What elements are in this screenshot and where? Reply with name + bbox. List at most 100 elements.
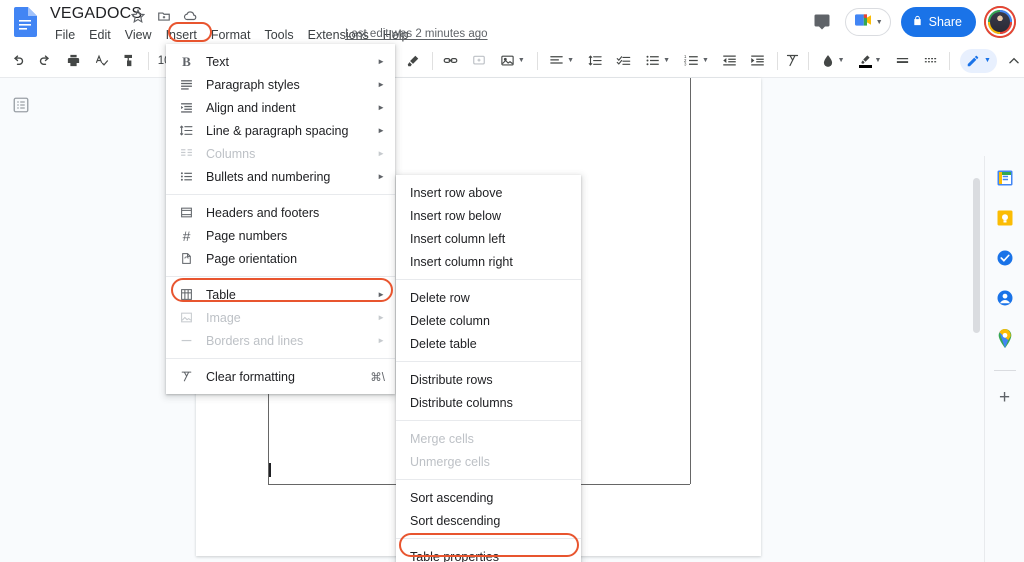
side-panel: + ❯ <box>984 156 1024 562</box>
menu-file[interactable]: File <box>48 26 82 44</box>
table-item-delete-column[interactable]: Delete column <box>396 309 581 332</box>
print-icon[interactable] <box>62 50 84 72</box>
increase-indent-icon[interactable] <box>747 50 769 72</box>
format-item-borders-and-lines: Borders and lines ► <box>166 329 395 352</box>
spelling-check-icon[interactable] <box>90 50 112 72</box>
google-meet-button[interactable]: ▼ <box>845 8 891 36</box>
menu-insert[interactable]: Insert <box>159 26 204 44</box>
format-item-align-and-indent[interactable]: Align and indent ► <box>166 96 395 119</box>
decrease-indent-icon[interactable] <box>719 50 741 72</box>
table-item-distribute-rows[interactable]: Distribute rows <box>396 368 581 391</box>
chevron-right-icon: ► <box>377 103 385 112</box>
table-right-border <box>690 78 691 484</box>
format-item-page-numbers[interactable]: # Page numbers <box>166 224 395 247</box>
hide-menus-icon[interactable] <box>1007 50 1021 72</box>
format-item-clear-formatting[interactable]: Clear formatting ⌘\ <box>166 365 395 388</box>
editing-mode-button[interactable]: ▼ <box>960 49 997 73</box>
redo-icon[interactable] <box>34 50 56 72</box>
menu-separator <box>396 279 581 280</box>
checklist-button[interactable] <box>612 50 635 72</box>
paint-format-icon[interactable] <box>118 50 140 72</box>
highlight-color-icon[interactable] <box>402 50 424 72</box>
chevron-down-icon: ▼ <box>876 19 883 26</box>
menu-item-label: Columns <box>206 147 369 161</box>
avatar[interactable] <box>986 8 1014 36</box>
table-item-insert-row-below[interactable]: Insert row below <box>396 204 581 227</box>
comment-history-icon[interactable] <box>809 9 835 35</box>
chevron-right-icon: ► <box>377 290 385 299</box>
format-item-line-paragraph-spacing[interactable]: Line & paragraph spacing ► <box>166 119 395 142</box>
chevron-down-icon: ▼ <box>567 57 574 64</box>
clear-formatting-icon[interactable] <box>785 50 800 72</box>
insert-link-icon[interactable] <box>440 50 462 72</box>
add-comment-icon[interactable] <box>468 50 490 72</box>
chevron-down-icon: ▼ <box>984 57 991 64</box>
google-contacts-icon[interactable] <box>995 288 1015 308</box>
menu-item-label: Paragraph styles <box>206 78 369 92</box>
last-edit-status[interactable]: Last edit was 2 minutes ago <box>345 28 488 40</box>
menu-tools[interactable]: Tools <box>257 26 300 44</box>
table-item-table-properties[interactable]: Table properties <box>396 545 581 562</box>
format-item-image: Image ► <box>166 306 395 329</box>
line-spacing-icon[interactable] <box>584 50 606 72</box>
table-icon <box>178 288 195 301</box>
google-tasks-icon[interactable] <box>995 248 1015 268</box>
table-fill-color-button[interactable]: ▼ <box>817 50 849 72</box>
google-calendar-icon[interactable] <box>995 168 1015 188</box>
menu-item-label: Sort descending <box>410 514 571 528</box>
menu-item-label: Borders and lines <box>206 334 369 348</box>
border-color-button[interactable]: ▼ <box>855 50 886 72</box>
columns-icon <box>178 147 195 160</box>
format-item-headers-and-footers[interactable]: Headers and footers <box>166 201 395 224</box>
menu-separator <box>166 276 395 277</box>
align-button[interactable]: ▼ <box>545 50 578 72</box>
menu-edit[interactable]: Edit <box>82 26 118 44</box>
table-item-merge-cells: Merge cells <box>396 427 581 450</box>
document-title[interactable]: VEGADOCS <box>50 5 142 23</box>
border-width-icon[interactable] <box>891 50 913 72</box>
table-item-insert-column-right[interactable]: Insert column right <box>396 250 581 273</box>
chevron-down-icon: ▼ <box>663 57 670 64</box>
format-item-bullets-and-numbering[interactable]: Bullets and numbering ► <box>166 165 395 188</box>
menu-item-label: Page orientation <box>206 252 385 266</box>
bold-icon: B <box>178 54 195 70</box>
page-numbers-icon: # <box>178 228 195 244</box>
add-ons-plus-icon[interactable]: + <box>995 387 1015 407</box>
vertical-scrollbar[interactable] <box>973 178 980 333</box>
table-item-insert-row-above[interactable]: Insert row above <box>396 181 581 204</box>
menu-format[interactable]: Format <box>204 26 258 44</box>
google-docs-window: VEGADOCS File Edit View Insert <box>0 0 1024 562</box>
menu-item-label: Insert row above <box>410 186 571 200</box>
format-item-text[interactable]: B Text ► <box>166 50 395 73</box>
move-to-folder-icon[interactable] <box>156 8 172 24</box>
chevron-right-icon: ► <box>377 80 385 89</box>
insert-image-button[interactable]: ▼ <box>496 50 529 72</box>
document-outline-toggle-icon[interactable] <box>12 96 30 114</box>
table-item-delete-table[interactable]: Delete table <box>396 332 581 355</box>
numbered-list-button[interactable]: 1 2 3 ▼ <box>680 50 713 72</box>
table-item-sort-descending[interactable]: Sort descending <box>396 509 581 532</box>
menu-item-label: Distribute rows <box>410 373 571 387</box>
google-maps-icon[interactable] <box>995 328 1015 348</box>
cloud-saved-icon[interactable] <box>182 8 198 24</box>
table-item-sort-ascending[interactable]: Sort ascending <box>396 486 581 509</box>
bulleted-list-button[interactable]: ▼ <box>641 50 674 72</box>
chevron-right-icon: ► <box>377 149 385 158</box>
undo-icon[interactable] <box>6 50 28 72</box>
menu-item-label: Merge cells <box>410 432 571 446</box>
chevron-down-icon: ▼ <box>838 57 845 64</box>
format-item-paragraph-styles[interactable]: Paragraph styles ► <box>166 73 395 96</box>
table-item-distribute-columns[interactable]: Distribute columns <box>396 391 581 414</box>
star-icon[interactable] <box>130 8 146 24</box>
table-item-insert-column-left[interactable]: Insert column left <box>396 227 581 250</box>
google-keep-icon[interactable] <box>995 208 1015 228</box>
share-button[interactable]: Share <box>901 7 976 37</box>
format-item-page-orientation[interactable]: Page orientation <box>166 247 395 270</box>
google-docs-logo-icon[interactable] <box>10 7 40 37</box>
chevron-right-icon: ► <box>377 336 385 345</box>
table-item-delete-row[interactable]: Delete row <box>396 286 581 309</box>
menu-view[interactable]: View <box>118 26 159 44</box>
format-item-table[interactable]: Table ► <box>166 283 395 306</box>
border-dash-icon[interactable] <box>919 50 941 72</box>
avatar-image <box>990 12 1010 32</box>
